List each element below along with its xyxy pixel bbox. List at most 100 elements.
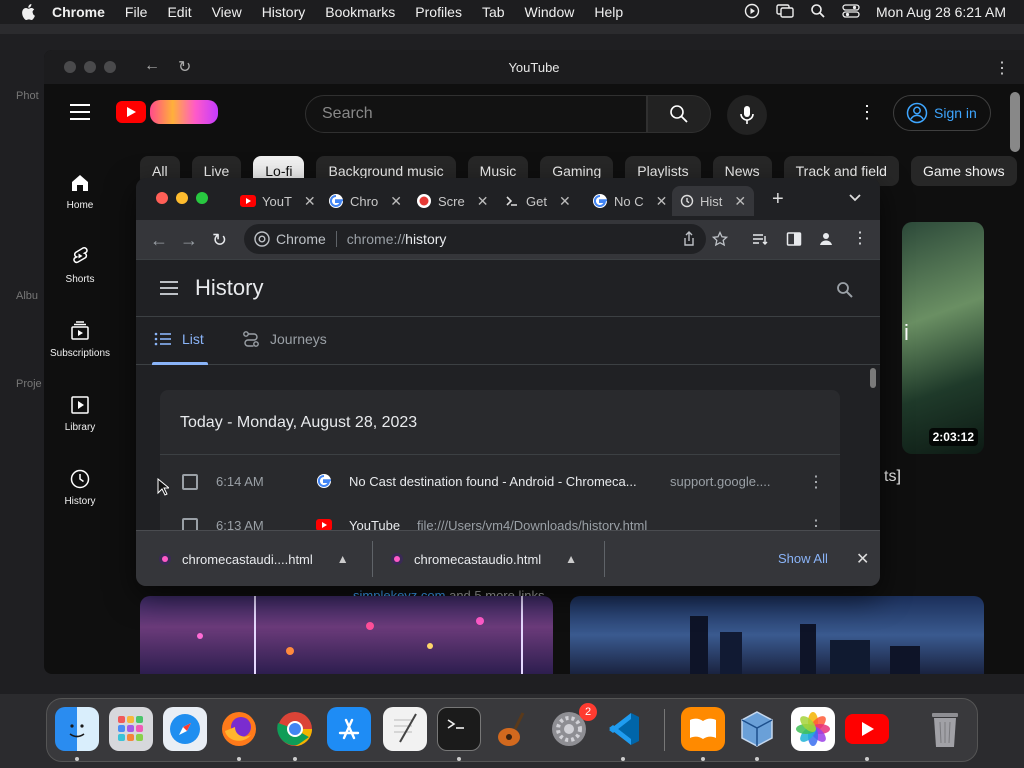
show-all-downloads-button[interactable]: Show All: [778, 551, 828, 566]
firefox-icon[interactable]: [217, 707, 261, 751]
row-checkbox[interactable]: [182, 474, 198, 490]
address-bar[interactable]: Chrome chrome://history: [244, 224, 706, 254]
window-menu-icon[interactable]: ⋮: [994, 58, 1010, 78]
close-tab-icon[interactable]: ✕: [390, 193, 402, 210]
menu-window[interactable]: Window: [525, 4, 575, 20]
download-item[interactable]: chromecastaudi....html ▲: [158, 531, 349, 586]
menu-history[interactable]: History: [262, 4, 306, 20]
tab-list[interactable]: List: [154, 331, 204, 347]
menu-tab[interactable]: Tab: [482, 4, 505, 20]
close-tab-icon[interactable]: ✕: [656, 193, 668, 210]
chrome-icon[interactable]: [273, 707, 317, 751]
menu-bookmarks[interactable]: Bookmarks: [325, 4, 395, 20]
search-input[interactable]: Search: [305, 95, 647, 133]
back-arrow-icon[interactable]: ←: [150, 230, 168, 251]
history-entry-title[interactable]: No Cast destination found - Android - Ch…: [349, 474, 637, 489]
safari-icon[interactable]: [163, 707, 207, 751]
youtube-scrollbar[interactable]: [1010, 92, 1020, 152]
trash-icon[interactable]: [923, 707, 967, 751]
sidebar-item-shorts[interactable]: Shorts: [44, 228, 116, 302]
tab-search-chevron-icon[interactable]: [848, 190, 862, 208]
history-row[interactable]: 6:14 AM No Cast destination found - Andr…: [160, 462, 840, 502]
sidebar-item-home[interactable]: Home: [44, 154, 116, 228]
voice-search-button[interactable]: [727, 95, 767, 135]
video-thumbnail[interactable]: [570, 596, 984, 674]
hamburger-menu-icon[interactable]: [70, 104, 90, 120]
search-button[interactable]: [647, 95, 711, 133]
spotlight-icon[interactable]: [810, 3, 826, 22]
screen-mirror-icon[interactable]: [776, 3, 794, 22]
row-more-icon[interactable]: ⋮: [808, 472, 824, 492]
close-icon[interactable]: ✕: [856, 549, 869, 569]
history-entry-title[interactable]: YouTube: [349, 518, 400, 530]
reading-list-icon[interactable]: [752, 231, 768, 252]
side-panel-icon[interactable]: [786, 231, 802, 252]
screen-record-icon[interactable]: [744, 3, 760, 22]
tab-journeys[interactable]: Journeys: [242, 331, 327, 347]
row-checkbox[interactable]: [182, 518, 198, 530]
youtube-app-icon[interactable]: [845, 707, 889, 751]
video-thumbnail[interactable]: i 2:03:12: [902, 222, 984, 454]
textedit-icon[interactable]: [383, 707, 427, 751]
download-item[interactable]: chromecastaudio.html ▲: [390, 531, 577, 586]
sidebar-item-library[interactable]: Library: [44, 376, 116, 450]
menu-app-chrome[interactable]: Chrome: [52, 4, 105, 20]
background-sidebar-label: Proje: [16, 378, 42, 390]
menubar-clock[interactable]: Mon Aug 28 6:21 AM: [876, 4, 1006, 20]
new-tab-icon[interactable]: +: [772, 188, 784, 211]
photos-icon[interactable]: [791, 707, 835, 751]
menu-help[interactable]: Help: [594, 4, 623, 20]
app-store-icon[interactable]: [327, 707, 371, 751]
garageband-icon[interactable]: [491, 707, 535, 751]
forward-arrow-icon[interactable]: →: [180, 230, 198, 251]
share-icon[interactable]: [682, 231, 696, 252]
chevron-up-icon[interactable]: ▲: [337, 552, 349, 566]
menu-file[interactable]: File: [125, 4, 148, 20]
chrome-menu-icon[interactable]: ⋮: [852, 228, 868, 248]
video-thumbnail[interactable]: [140, 596, 553, 674]
bookmark-star-icon[interactable]: [711, 230, 729, 252]
close-tab-icon[interactable]: ✕: [477, 193, 489, 210]
close-tab-icon[interactable]: ✕: [559, 193, 571, 210]
tab-screen[interactable]: Scre ✕: [416, 186, 488, 216]
menu-view[interactable]: View: [212, 4, 242, 20]
search-history-icon[interactable]: [836, 281, 854, 304]
launchpad-icon[interactable]: [109, 707, 153, 751]
apple-icon[interactable]: [20, 4, 36, 20]
books-icon[interactable]: [681, 707, 725, 751]
chip-game-shows[interactable]: Game shows: [910, 156, 1017, 186]
close-window-button[interactable]: [156, 192, 168, 204]
video-duration-badge: 2:03:12: [928, 428, 978, 446]
video-title[interactable]: ts]: [884, 468, 901, 486]
chevron-up-icon[interactable]: ▲: [565, 552, 577, 566]
menu-profiles[interactable]: Profiles: [415, 4, 462, 20]
terminal-icon[interactable]: [437, 707, 481, 751]
minimize-window-button[interactable]: [176, 192, 188, 204]
history-row[interactable]: 6:13 AM YouTube file:///Users/vm4/Downlo…: [160, 506, 840, 530]
tab-history[interactable]: Hist ✕: [672, 186, 755, 216]
virtualbox-icon[interactable]: [735, 707, 779, 751]
sidebar-item-subscriptions[interactable]: Subscriptions: [44, 302, 116, 376]
close-tab-icon[interactable]: ✕: [304, 193, 316, 210]
youtube-logo[interactable]: [116, 100, 218, 124]
control-center-icon[interactable]: [842, 3, 860, 22]
close-tab-icon[interactable]: ✕: [734, 193, 746, 210]
tab-no-cast[interactable]: No C ✕: [592, 186, 667, 216]
profile-icon[interactable]: [818, 231, 834, 252]
tab-get[interactable]: Get ✕: [504, 186, 571, 216]
zoom-window-button[interactable]: [196, 192, 208, 204]
settings-more-icon[interactable]: ⋮: [858, 102, 876, 123]
sign-in-button[interactable]: Sign in: [893, 95, 991, 131]
tab-youtube[interactable]: YouT ✕: [240, 186, 316, 216]
sidebar-item-history[interactable]: History: [44, 450, 116, 524]
running-indicator: [237, 757, 241, 761]
menu-edit[interactable]: Edit: [167, 4, 191, 20]
vscode-icon[interactable]: [601, 707, 645, 751]
row-more-icon[interactable]: ⋮: [808, 516, 824, 530]
reload-icon[interactable]: ↻: [212, 230, 227, 251]
finder-icon[interactable]: [55, 707, 99, 751]
hamburger-menu-icon[interactable]: [160, 281, 178, 299]
history-scrollbar[interactable]: [868, 366, 878, 531]
dock: 2: [46, 698, 978, 762]
tab-chrome[interactable]: Chro ✕: [328, 186, 402, 216]
